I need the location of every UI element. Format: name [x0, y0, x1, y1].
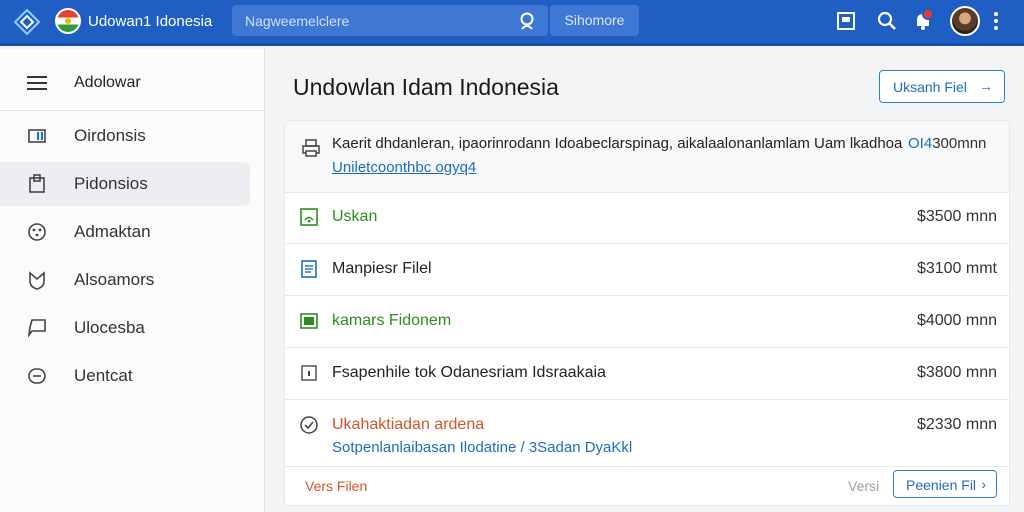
- hamburger-menu-icon[interactable]: [26, 74, 48, 92]
- footer-label: Versi: [848, 478, 880, 494]
- card-footer: Vers Filen Versi Peenien Fil ›: [285, 465, 1009, 505]
- clipboard-icon: [29, 174, 45, 193]
- user-avatar[interactable]: [950, 6, 980, 36]
- search-input[interactable]: Nagweemelclere: [232, 5, 548, 36]
- row-price: $3100 mmt: [916, 260, 997, 277]
- file-icon: [301, 365, 317, 381]
- inbox-icon[interactable]: [835, 10, 857, 32]
- sidebar-item-label: Alsoamors: [74, 270, 155, 289]
- table-row[interactable]: Manpiesr Filel $3100 mmt: [285, 245, 1009, 296]
- notification-badge: [922, 8, 934, 20]
- shield-icon: [29, 271, 45, 290]
- sidebar-item-uentcat[interactable]: Uentcat: [0, 354, 250, 398]
- upload-button-label: Uksanh Fiel: [893, 79, 967, 95]
- row-price: $3800 mnn: [916, 364, 997, 381]
- folder-icon: [300, 313, 318, 329]
- row-label: Fsapenhile tok Odanesriam Idsraakaia: [332, 364, 606, 381]
- notice-banner: Kaerit dhdanleran, ipaorinrodann Idoabec…: [285, 121, 1009, 193]
- table-row[interactable]: kamars Fidonem $4000 mnn: [285, 297, 1009, 348]
- indonesia-flag-icon: [55, 8, 81, 34]
- sidebar-item-label: Pidonsios: [74, 174, 148, 193]
- notice-link[interactable]: Uniletcoonthbc ogyq4: [332, 159, 476, 176]
- globe-icon: [28, 223, 46, 241]
- file-list-card: Kaerit dhdanleran, ipaorinrodann Idoabec…: [284, 120, 1010, 506]
- arrow-right-icon: →: [979, 78, 993, 94]
- footer-action-button[interactable]: Peenien Fil ›: [893, 470, 997, 498]
- row-label: Uskan: [332, 208, 378, 225]
- page-title: Undowlan Idam Indonesia: [293, 74, 559, 100]
- notice-price-highlight: OI4: [908, 135, 933, 152]
- row-sublabel: Sotpenlanlaibasan Ilodatine / 3Sadan Dya…: [332, 439, 633, 456]
- row-price: $2330 mnn: [916, 416, 997, 433]
- more-vertical-icon[interactable]: [989, 10, 1003, 32]
- row-price: $3500 mnn: [916, 208, 997, 225]
- row-price: $4000 mnn: [916, 312, 997, 329]
- row-label: Ukahaktiadan ardena: [332, 416, 485, 433]
- search-placeholder: Nagweemelclere: [245, 13, 350, 29]
- printer-icon: [302, 139, 320, 157]
- row-label: Manpiesr Filel: [332, 260, 432, 277]
- table-row[interactable]: Fsapenhile tok Odanesriam Idsraakaia $38…: [285, 349, 1009, 400]
- upload-file-button[interactable]: Uksanh Fiel →: [879, 70, 1005, 103]
- search-icon[interactable]: [518, 11, 538, 31]
- chevron-right-icon: ›: [981, 476, 986, 492]
- sidebar-menu-label: Adolowar: [74, 74, 141, 91]
- search-scope-button[interactable]: Sihomore: [550, 5, 639, 36]
- document-icon: [301, 260, 317, 278]
- sidebar-item-ulocesba[interactable]: Ulocesba: [0, 306, 250, 350]
- sidebar-menu-toggle[interactable]: Adolowar: [0, 59, 265, 111]
- table-row[interactable]: Ukahaktiadan ardena Sotpenlanlaibasan Il…: [285, 401, 1009, 467]
- app-title: Udowan1 Idonesia: [88, 13, 213, 30]
- wifi-icon: [300, 208, 318, 226]
- sidebar-item-alsoamors[interactable]: Alsoamors: [0, 258, 250, 302]
- search-icon[interactable]: [876, 10, 898, 32]
- sidebar: Adolowar Oirdonsis Pidonsios Admaktan Al…: [0, 49, 265, 512]
- notice-price-rest: 300mnn: [932, 135, 987, 152]
- table-row[interactable]: Uskan $3500 mnn: [285, 193, 1009, 244]
- sidebar-item-label: Admaktan: [74, 222, 151, 241]
- footer-button-label: Peenien Fil: [906, 477, 977, 493]
- sidebar-item-label: Oirdonsis: [74, 126, 146, 145]
- chat-icon: [27, 319, 46, 338]
- notice-text: Kaerit dhdanleran, ipaorinrodann Idoabec…: [332, 135, 903, 152]
- check-circle-icon: [300, 416, 318, 434]
- view-files-link[interactable]: Vers Filen: [305, 478, 367, 494]
- sidebar-item-admaktan[interactable]: Admaktan: [0, 210, 250, 254]
- notice-price: OI4300mnn: [908, 135, 986, 152]
- sidebar-item-label: Uentcat: [74, 366, 133, 385]
- tag-icon: [28, 129, 46, 143]
- sidebar-item-pidonsios[interactable]: Pidonsios: [0, 162, 250, 206]
- app-logo-icon[interactable]: [14, 9, 40, 35]
- sidebar-item-label: Ulocesba: [74, 318, 145, 337]
- sidebar-item-oirdonsis[interactable]: Oirdonsis: [0, 114, 250, 158]
- top-bar: Udowan1 Idonesia Nagweemelclere Sihomore: [0, 0, 1024, 46]
- row-label: kamars Fidonem: [332, 312, 452, 329]
- message-icon: [28, 368, 46, 384]
